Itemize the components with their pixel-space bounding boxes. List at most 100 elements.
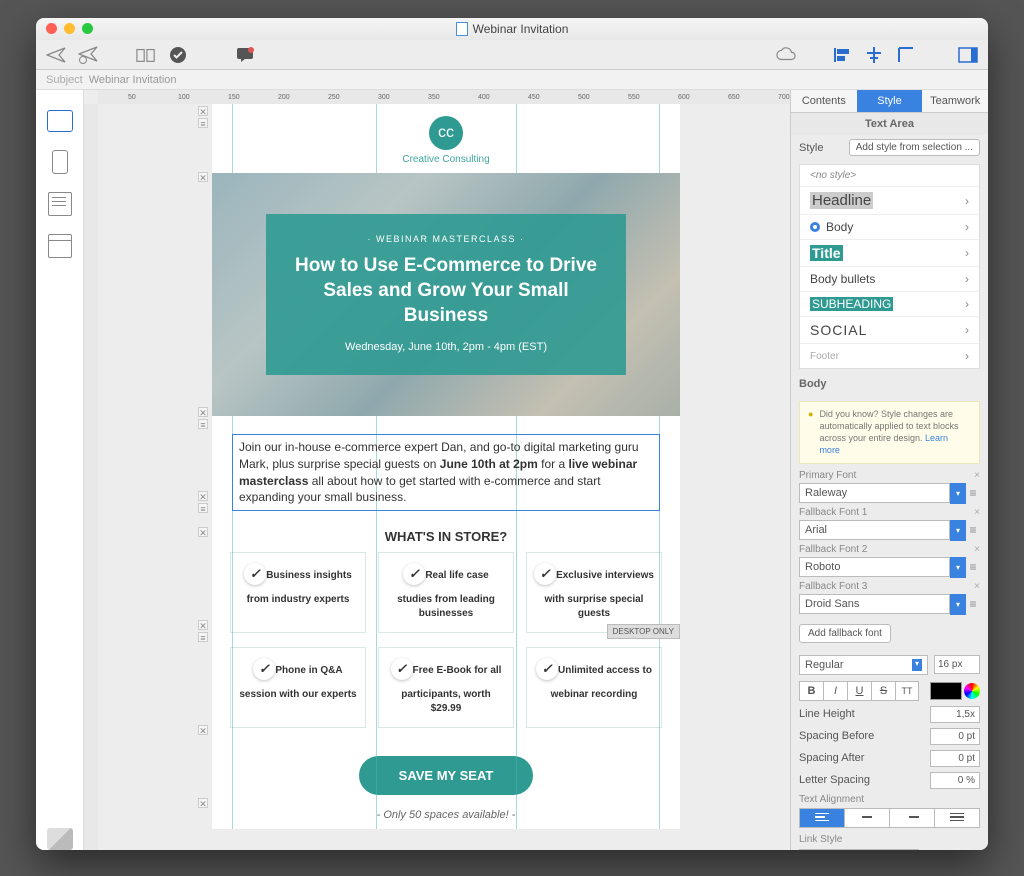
send-icon[interactable] xyxy=(46,45,66,65)
cloud-icon[interactable] xyxy=(776,45,796,65)
menu-icon[interactable]: ≡ xyxy=(966,523,980,537)
feature-card[interactable]: ✓Business insights from industry experts xyxy=(230,552,366,633)
spacing-before-input[interactable]: 0 pt xyxy=(930,728,980,745)
desktop-device-button[interactable] xyxy=(47,110,73,132)
text-color-swatch[interactable] xyxy=(930,682,962,700)
block-handle-icon[interactable]: ✕ xyxy=(198,172,208,182)
block-handle-icon[interactable]: ✕ xyxy=(198,725,208,735)
style-option-footer[interactable]: Footer› xyxy=(800,344,979,368)
feature-card[interactable]: ✓Free E-Book for all participants, worth… xyxy=(378,647,514,728)
chevron-down-icon[interactable]: ▾ xyxy=(950,594,966,615)
minimize-window-icon[interactable] xyxy=(64,23,75,34)
letter-spacing-input[interactable]: 0 % xyxy=(930,772,980,789)
mobile-device-button[interactable] xyxy=(52,150,68,174)
style-option-bullets[interactable]: Body bullets› xyxy=(800,267,979,292)
tab-contents[interactable]: Contents xyxy=(791,90,857,112)
comment-icon[interactable] xyxy=(236,45,256,65)
remove-icon[interactable]: × xyxy=(974,470,980,481)
section-title[interactable]: WHAT'S IN STORE? xyxy=(212,529,680,544)
remove-icon[interactable]: × xyxy=(974,581,980,592)
font-size-input[interactable]: 16 px xyxy=(934,655,980,674)
bold-button[interactable]: B xyxy=(799,681,823,701)
fallback-font-3-select[interactable]: Droid Sans xyxy=(799,594,950,614)
close-window-icon[interactable] xyxy=(46,23,57,34)
underline-button[interactable]: U xyxy=(847,681,871,701)
link-underline-button[interactable]: U xyxy=(847,849,871,850)
features-row-1[interactable]: ✓Business insights from industry experts… xyxy=(212,552,680,633)
titlebar[interactable]: Webinar Invitation xyxy=(36,18,988,40)
feature-card[interactable]: ✓Exclusive interviews with surprise spec… xyxy=(526,552,662,633)
link-strike-button[interactable]: S xyxy=(871,849,895,850)
panel-toggle-icon[interactable] xyxy=(958,45,978,65)
style-option-social[interactable]: SOCIAL› xyxy=(800,317,979,344)
block-handle-icon[interactable]: ≡ xyxy=(198,419,208,429)
block-handle-icon[interactable]: ✕ xyxy=(198,798,208,808)
menu-icon[interactable]: ≡ xyxy=(966,560,980,574)
cta-block[interactable]: SAVE MY SEAT xyxy=(212,742,680,801)
tab-teamwork[interactable]: Teamwork xyxy=(922,90,988,112)
preview-button[interactable] xyxy=(47,828,73,850)
link-italic-button[interactable]: I xyxy=(823,849,847,850)
remove-icon[interactable]: × xyxy=(974,544,980,555)
line-height-input[interactable]: 1,5x xyxy=(930,706,980,723)
primary-font-select[interactable]: Raleway xyxy=(799,483,950,503)
spacing-after-input[interactable]: 0 pt xyxy=(930,750,980,767)
text-device-button[interactable] xyxy=(48,192,72,216)
hero-block[interactable]: · WEBINAR MASTERCLASS · How to Use E-Com… xyxy=(212,173,680,416)
chevron-down-icon[interactable]: ▾ xyxy=(950,557,966,578)
align-left-icon[interactable] xyxy=(832,45,852,65)
fallback-font-1-select[interactable]: Arial xyxy=(799,520,950,540)
align-right-button[interactable] xyxy=(889,808,934,828)
tab-style[interactable]: Style xyxy=(857,90,923,112)
block-handle-icon[interactable]: ≡ xyxy=(198,503,208,513)
style-option-title[interactable]: Title› xyxy=(800,240,979,267)
menu-icon[interactable]: ≡ xyxy=(966,486,980,500)
add-fallback-button[interactable]: Add fallback font xyxy=(799,624,891,643)
strike-button[interactable]: S xyxy=(871,681,895,701)
selected-text-block[interactable]: Join our in-house e-commerce expert Dan,… xyxy=(232,434,660,511)
style-option-subheading[interactable]: SUBHEADING› xyxy=(800,292,979,317)
style-option-headline[interactable]: Headline› xyxy=(800,187,979,215)
fullscreen-window-icon[interactable] xyxy=(82,23,93,34)
check-icon[interactable] xyxy=(168,45,188,65)
ab-test-icon[interactable] xyxy=(136,45,156,65)
italic-button[interactable]: I xyxy=(823,681,847,701)
font-weight-select[interactable]: Regular▾ xyxy=(799,655,928,675)
chevron-down-icon[interactable]: ▾ xyxy=(950,520,966,541)
canvas[interactable]: ✕ ≡ ✕ ✕ ≡ ✕ ≡ ✕ ✕ ≡ ✕ ✕ cc Creative Cons… xyxy=(98,104,790,850)
add-style-button[interactable]: Add style from selection ... xyxy=(849,139,980,156)
align-center-icon[interactable] xyxy=(864,45,884,65)
smallcaps-button[interactable]: TT xyxy=(895,681,919,701)
block-handle-icon[interactable]: ✕ xyxy=(198,106,208,116)
feature-card[interactable]: ✓Real life case studies from leading bus… xyxy=(378,552,514,633)
block-handle-icon[interactable]: ≡ xyxy=(198,632,208,642)
features-row-2[interactable]: ✓Phone in Q&A session with our experts ✓… xyxy=(212,647,680,728)
block-handle-icon[interactable]: ≡ xyxy=(198,118,208,128)
style-option-body[interactable]: Body› xyxy=(800,215,979,240)
remove-icon[interactable]: × xyxy=(974,507,980,518)
link-bold-button[interactable]: B xyxy=(799,849,823,850)
align-center-button[interactable] xyxy=(844,808,889,828)
brand-block[interactable]: cc Creative Consulting xyxy=(212,104,680,173)
cta-button[interactable]: SAVE MY SEAT xyxy=(359,756,534,795)
block-handle-icon[interactable]: ✕ xyxy=(198,407,208,417)
feature-card[interactable]: ✓Unlimited access to webinar recording xyxy=(526,647,662,728)
block-handle-icon[interactable]: ✕ xyxy=(198,620,208,630)
style-option-none[interactable]: <no style> xyxy=(800,165,979,187)
fallback-font-2-select[interactable]: Roboto xyxy=(799,557,950,577)
subject-bar[interactable]: Subject Webinar Invitation xyxy=(36,70,988,90)
browser-device-button[interactable] xyxy=(48,234,72,258)
menu-icon[interactable]: ≡ xyxy=(966,597,980,611)
chevron-down-icon[interactable]: ▾ xyxy=(950,483,966,504)
link-smallcaps-button[interactable]: TT xyxy=(895,849,919,850)
spaces-text[interactable]: - Only 50 spaces available! - xyxy=(212,809,680,821)
align-left-button[interactable] xyxy=(799,808,844,828)
hero-text-box[interactable]: · WEBINAR MASTERCLASS · How to Use E-Com… xyxy=(266,214,626,374)
color-picker-icon[interactable] xyxy=(964,683,980,699)
guides-icon[interactable] xyxy=(896,45,916,65)
block-handle-icon[interactable]: ✕ xyxy=(198,527,208,537)
feature-card[interactable]: ✓Phone in Q&A session with our experts xyxy=(230,647,366,728)
send-test-icon[interactable] xyxy=(78,45,98,65)
align-justify-button[interactable] xyxy=(934,808,980,828)
block-handle-icon[interactable]: ✕ xyxy=(198,491,208,501)
